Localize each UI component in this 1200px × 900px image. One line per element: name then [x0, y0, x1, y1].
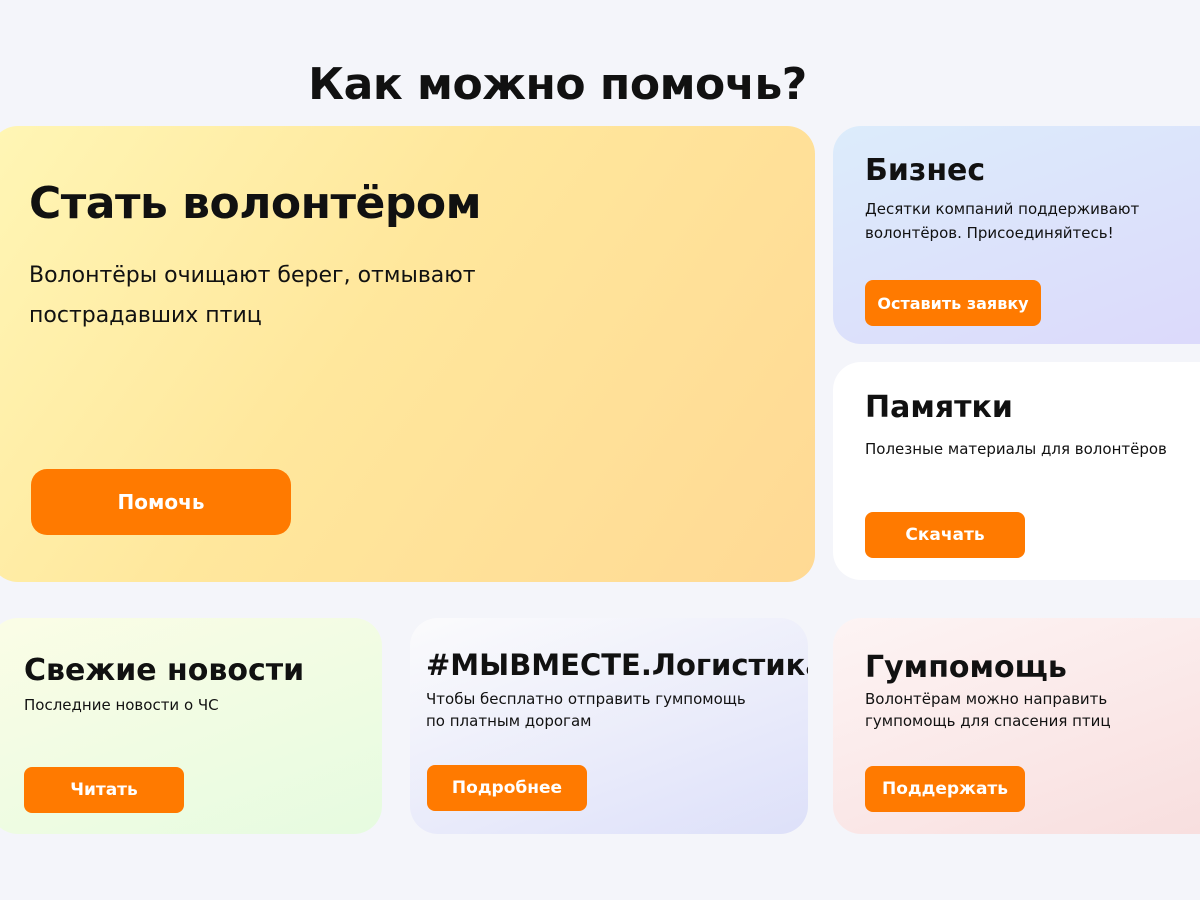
volunteer-card-text: Волонтёры очищают берег, отмывают постра… — [29, 263, 476, 328]
download-button[interactable]: Скачать — [865, 512, 1025, 558]
business-card-title: Бизнес — [865, 153, 986, 188]
humanitarian-aid-card-text: Волонтёрам можно направить гумпомощь для… — [865, 690, 1111, 730]
business-card-text: Десятки компаний поддерживают волонтёров… — [865, 200, 1140, 242]
news-card-title: Свежие новости — [24, 653, 305, 688]
logistics-card-title: #МЫВМЕСТЕ.Логистика — [426, 648, 808, 682]
business-card: Бизнес Десятки компаний поддерживают вол… — [833, 126, 1200, 344]
logistics-card-text: Чтобы бесплатно отправить гумпомощь по п… — [426, 690, 746, 730]
volunteer-card: Стать волонтёром Волонтёры очищают берег… — [0, 126, 815, 582]
read-button[interactable]: Читать — [24, 767, 184, 813]
submit-application-button[interactable]: Оставить заявку — [865, 280, 1041, 326]
more-details-button[interactable]: Подробнее — [427, 765, 587, 811]
news-card-text: Последние новости о ЧС — [24, 696, 219, 714]
volunteer-card-title: Стать волонтёром — [29, 178, 482, 229]
memos-card-title: Памятки — [865, 390, 1013, 425]
humanitarian-aid-card: Гумпомощь Волонтёрам можно направить гум… — [833, 618, 1200, 834]
support-button[interactable]: Поддержать — [865, 766, 1025, 812]
page-title: Как можно помочь? — [308, 59, 807, 111]
logistics-card: #МЫВМЕСТЕ.Логистика Чтобы бесплатно отпр… — [410, 618, 808, 834]
help-button[interactable]: Помочь — [31, 469, 291, 535]
memos-card-text: Полезные материалы для волонтёров — [865, 440, 1167, 458]
humanitarian-aid-card-title: Гумпомощь — [865, 650, 1067, 685]
news-card: Свежие новости Последние новости о ЧС Чи… — [0, 618, 382, 834]
memos-card: Памятки Полезные материалы для волонтёро… — [833, 362, 1200, 580]
